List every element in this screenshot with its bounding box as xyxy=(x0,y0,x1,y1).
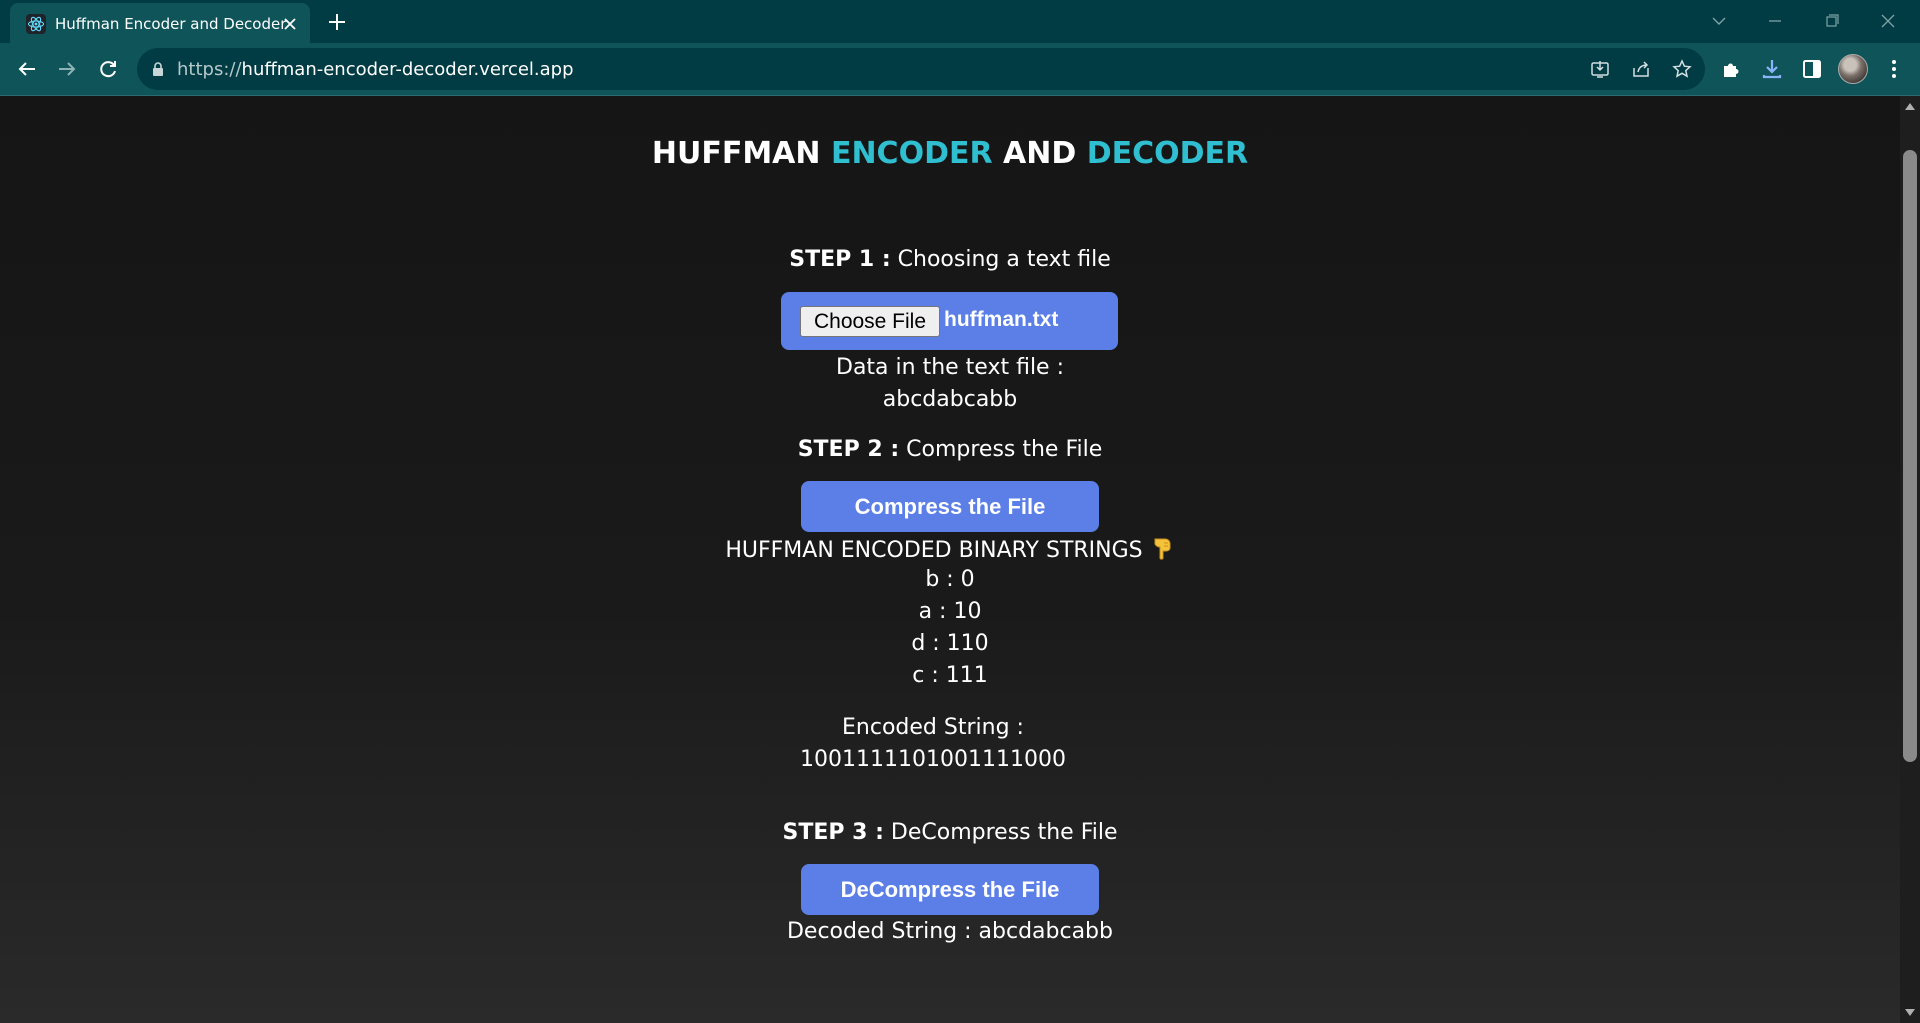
step-3-heading: STEP 3 : DeCompress the File xyxy=(0,820,1900,845)
scroll-thumb[interactable] xyxy=(1903,150,1917,762)
title-part-1: HUFFMAN xyxy=(651,136,831,171)
codes-heading: HUFFMAN ENCODED BINARY STRINGS xyxy=(0,535,1900,563)
minimize-icon[interactable] xyxy=(1763,10,1787,32)
title-encoder: ENCODER xyxy=(830,136,993,171)
decoded-string: Decoded String : abcdabcabb xyxy=(786,919,1113,944)
side-panel-icon[interactable] xyxy=(1800,57,1824,81)
close-icon[interactable] xyxy=(280,14,300,34)
codes-heading-text: HUFFMAN ENCODED BINARY STRINGS xyxy=(725,538,1143,563)
download-icon[interactable] xyxy=(1760,57,1784,81)
url-text[interactable]: https://huffman-encoder-decoder.vercel.a… xyxy=(177,59,574,80)
code-a: a : 10 xyxy=(918,599,982,624)
title-decoder: DECODER xyxy=(1086,136,1249,171)
page-title: HUFFMAN ENCODER AND DECODER xyxy=(0,136,1900,171)
react-icon xyxy=(26,14,46,34)
scroll-up-arrow-icon[interactable] xyxy=(1905,102,1915,110)
url-host: huffman-encoder-decoder.vercel.app xyxy=(241,59,574,80)
browser-toolbar: https://huffman-encoder-decoder.vercel.a… xyxy=(0,43,1920,95)
data-label: Data in the text file : xyxy=(836,355,1064,380)
data-value: abcdabcabb xyxy=(882,387,1018,412)
code-d: d : 110 xyxy=(911,631,989,656)
step-3-text: DeCompress the File xyxy=(883,820,1118,845)
step-1-text: Choosing a text file xyxy=(890,247,1111,272)
code-b: b : 0 xyxy=(925,567,975,592)
scroll-down-arrow-icon[interactable] xyxy=(1905,1009,1915,1017)
step-1-label: STEP 1 : xyxy=(789,247,891,272)
page-viewport: HUFFMAN ENCODER AND DECODER STEP 1 : Cho… xyxy=(0,96,1900,1023)
pointing-down-hand-icon xyxy=(1154,538,1171,560)
forward-arrow-icon[interactable] xyxy=(55,57,79,81)
back-arrow-icon[interactable] xyxy=(15,57,39,81)
compress-button[interactable]: Compress the File xyxy=(801,481,1099,532)
share-icon[interactable] xyxy=(1630,58,1652,80)
file-input[interactable]: Choose File huffman.txt xyxy=(781,292,1118,350)
new-tab-icon[interactable] xyxy=(326,11,348,33)
tab-title: Huffman Encoder and Decoder xyxy=(55,15,287,33)
profile-avatar[interactable] xyxy=(1838,54,1868,84)
step-3-label: STEP 3 : xyxy=(782,820,884,845)
lock-icon[interactable] xyxy=(150,61,166,77)
encoded-value: 1001111101001111000 xyxy=(800,747,1066,772)
menu-kebab-icon[interactable] xyxy=(1882,57,1906,81)
encoded-label: Encoded String : xyxy=(842,715,1024,740)
step-2-heading: STEP 2 : Compress the File xyxy=(0,437,1900,462)
window-close-icon[interactable] xyxy=(1876,10,1900,32)
code-c: c : 111 xyxy=(912,663,988,688)
browser-tab[interactable]: Huffman Encoder and Decoder xyxy=(10,3,310,43)
reload-icon[interactable] xyxy=(96,57,120,81)
address-bar[interactable]: https://huffman-encoder-decoder.vercel.a… xyxy=(137,48,1705,90)
restore-icon[interactable] xyxy=(1820,10,1844,32)
bookmark-star-icon[interactable] xyxy=(1671,58,1693,80)
selected-file-name: huffman.txt xyxy=(944,308,1059,331)
tab-strip: Huffman Encoder and Decoder xyxy=(0,0,1920,43)
title-part-3: AND xyxy=(992,136,1087,171)
vertical-scrollbar[interactable] xyxy=(1900,96,1920,1023)
tab-search-icon[interactable] xyxy=(1707,10,1731,32)
step-1-heading: STEP 1 : Choosing a text file xyxy=(0,247,1900,272)
choose-file-button[interactable]: Choose File xyxy=(800,306,940,337)
extensions-puzzle-icon[interactable] xyxy=(1720,57,1744,81)
decompress-button[interactable]: DeCompress the File xyxy=(801,864,1099,915)
step-2-text: Compress the File xyxy=(899,437,1103,462)
install-app-icon[interactable] xyxy=(1589,58,1611,80)
step-2-label: STEP 2 : xyxy=(797,437,900,462)
url-scheme: https:// xyxy=(177,59,242,80)
